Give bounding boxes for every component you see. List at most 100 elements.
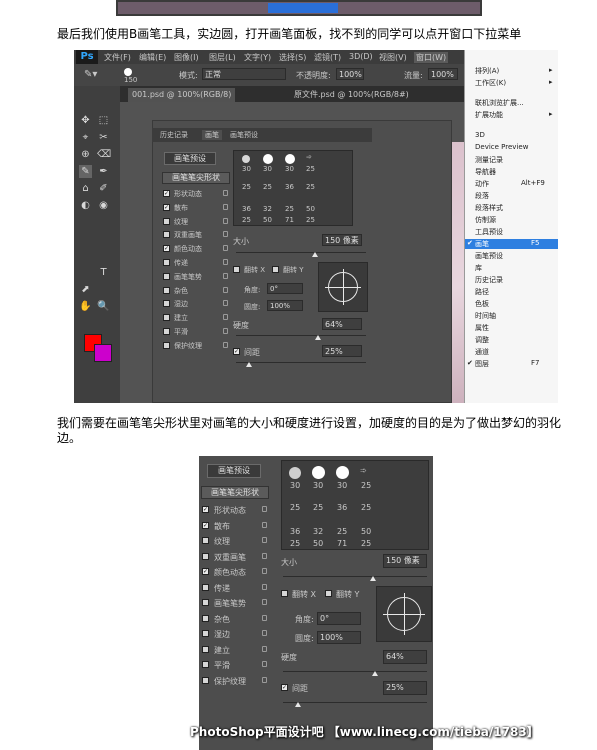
lock-icon[interactable] [223, 341, 228, 348]
spacing-slider-handle[interactable] [295, 702, 301, 707]
menu-item-clone-source[interactable]: 仿制源 [475, 215, 496, 225]
lock-icon[interactable] [223, 300, 228, 307]
hardness-slider-handle[interactable] [372, 671, 378, 676]
menu-item-arrange[interactable]: 排列(A) [475, 66, 499, 76]
flip-x-checkbox[interactable] [233, 266, 240, 273]
menu-item-layers[interactable]: 图层 [475, 359, 489, 369]
option-row[interactable]: 画笔笔势 [163, 270, 231, 284]
path-select-icon[interactable]: ⬈ [79, 283, 92, 296]
tab-history[interactable]: 历史记录 [160, 130, 188, 140]
lock-icon[interactable] [262, 583, 267, 590]
menu-item-extensions[interactable]: 扩展功能 [475, 110, 503, 120]
menu-item-workspace[interactable]: 工作区(K) [475, 78, 506, 88]
lock-icon[interactable] [223, 231, 228, 238]
option-checkbox[interactable]: ✓ [202, 521, 209, 529]
tab-brush-presets[interactable]: 画笔预设 [230, 130, 258, 140]
option-row[interactable]: ✓ 颜色动态 [163, 242, 231, 256]
brush-tip-icon[interactable]: ➾ [360, 466, 367, 475]
size-slider[interactable] [283, 576, 427, 577]
menu-item-tool-presets[interactable]: 工具预设 [475, 227, 503, 237]
brush-tip-icon[interactable]: ➾ [306, 153, 312, 161]
background-color-swatch[interactable] [94, 344, 112, 362]
lasso-tool-icon[interactable]: ⌖ [79, 131, 92, 144]
roundness-input[interactable]: 100% [267, 300, 303, 311]
brush-tool-icon[interactable]: ✎▾ [84, 69, 97, 80]
history-brush-icon[interactable]: ✐ [97, 182, 110, 195]
menu-item-adjustments[interactable]: 调整 [475, 335, 489, 345]
brush-tip-grid[interactable]: ➾ 30 30 30 25 25 25 36 25 36 32 25 50 25… [281, 460, 429, 550]
marquee-tool-icon[interactable]: ⬚ [97, 114, 110, 127]
option-checkbox[interactable] [163, 327, 170, 335]
spacing-input[interactable]: 25% [322, 345, 362, 357]
brush-tip-shape-item[interactable]: 画笔笔尖形状 [201, 486, 269, 499]
angle-input[interactable]: 0° [267, 283, 303, 294]
menu-item-brush[interactable]: 画笔 [475, 239, 489, 249]
menu-item-3d[interactable]: 3D [475, 131, 485, 139]
spacing-checkbox[interactable]: ✓ [233, 348, 240, 355]
spacing-input[interactable]: 25% [383, 681, 427, 695]
option-checkbox[interactable]: ✓ [163, 190, 170, 197]
hardness-slider[interactable] [283, 671, 427, 672]
brush-preview-icon[interactable] [124, 68, 132, 76]
size-slider-handle[interactable] [312, 252, 318, 257]
move-tool-icon[interactable]: ✥ [79, 114, 92, 127]
doc-tab-001[interactable]: 001.psd @ 100%(RGB/8) [128, 88, 236, 102]
option-checkbox[interactable]: ✓ [163, 203, 170, 211]
option-checkbox[interactable] [163, 217, 170, 225]
option-row[interactable]: 湿边 [202, 626, 272, 642]
option-checkbox[interactable]: ✓ [202, 568, 209, 575]
lock-icon[interactable] [223, 245, 228, 252]
brush-preset-button[interactable]: 画笔预设 [164, 152, 216, 165]
option-checkbox[interactable] [163, 314, 170, 322]
option-checkbox[interactable] [163, 258, 170, 266]
lock-icon[interactable] [262, 630, 267, 636]
option-row[interactable]: 保护纹理 [163, 339, 231, 353]
menu-3d[interactable]: 3D(D) [349, 52, 373, 61]
brush-tip-grid[interactable]: ➾ 30 30 30 25 25 25 36 25 36 32 25 50 25… [233, 150, 353, 226]
crop-tool-icon[interactable]: ✂ [97, 131, 110, 144]
stamp-tool-icon[interactable]: ⌂ [79, 182, 92, 195]
menu-item-history[interactable]: 历史记录 [475, 275, 503, 285]
mode-select[interactable]: 正常 [202, 68, 286, 80]
option-checkbox[interactable] [202, 583, 209, 591]
size-input[interactable]: 150 像素 [322, 234, 362, 246]
lock-icon[interactable] [223, 286, 228, 293]
lock-icon[interactable] [262, 552, 267, 559]
size-input[interactable]: 150 像素 [383, 554, 427, 568]
lock-icon[interactable] [262, 614, 267, 621]
menu-window[interactable]: 窗口(W) [414, 52, 449, 63]
menu-file[interactable]: 文件(F) [104, 52, 131, 63]
menu-item-actions[interactable]: 动作 [475, 179, 489, 189]
option-row[interactable]: ✓ 散布 [163, 201, 231, 215]
lock-icon[interactable] [223, 258, 228, 265]
spacing-slider-handle[interactable] [246, 362, 252, 367]
blur-tool-icon[interactable]: ◉ [97, 199, 110, 212]
lock-icon[interactable] [262, 521, 267, 528]
hand-tool-icon[interactable]: ✋ [79, 300, 92, 313]
menu-item-browse-extensions[interactable]: 联机浏览扩展... [475, 98, 524, 108]
lock-icon[interactable] [223, 190, 228, 196]
opacity-input[interactable]: 100% [336, 68, 364, 80]
menu-select[interactable]: 选择(S) [279, 52, 306, 63]
lock-icon[interactable] [262, 506, 267, 512]
lock-icon[interactable] [262, 676, 267, 683]
spacing-slider[interactable] [236, 362, 366, 363]
spacing-slider[interactable] [283, 702, 427, 703]
soft-round-tip-icon[interactable] [242, 155, 250, 163]
menu-item-channels[interactable]: 通道 [475, 347, 489, 357]
menu-item-paths[interactable]: 路径 [475, 287, 489, 297]
option-row[interactable]: 双重画笔 [202, 549, 272, 565]
option-row[interactable]: 平滑 [163, 325, 231, 339]
option-row[interactable]: 保护纹理 [202, 673, 272, 689]
menu-item-navigator[interactable]: 导航器 [475, 167, 496, 177]
angle-roundness-preview[interactable] [376, 586, 432, 642]
menu-filter[interactable]: 滤镜(T) [314, 52, 341, 63]
flip-y-checkbox[interactable] [325, 590, 332, 597]
hardness-slider-handle[interactable] [315, 335, 321, 340]
type-tool-icon[interactable]: T [97, 266, 110, 279]
lock-icon[interactable] [262, 537, 267, 543]
menu-item-properties[interactable]: 属性 [475, 323, 489, 333]
option-checkbox[interactable] [202, 630, 209, 637]
option-checkbox[interactable] [163, 272, 170, 280]
lock-icon[interactable] [223, 217, 228, 224]
